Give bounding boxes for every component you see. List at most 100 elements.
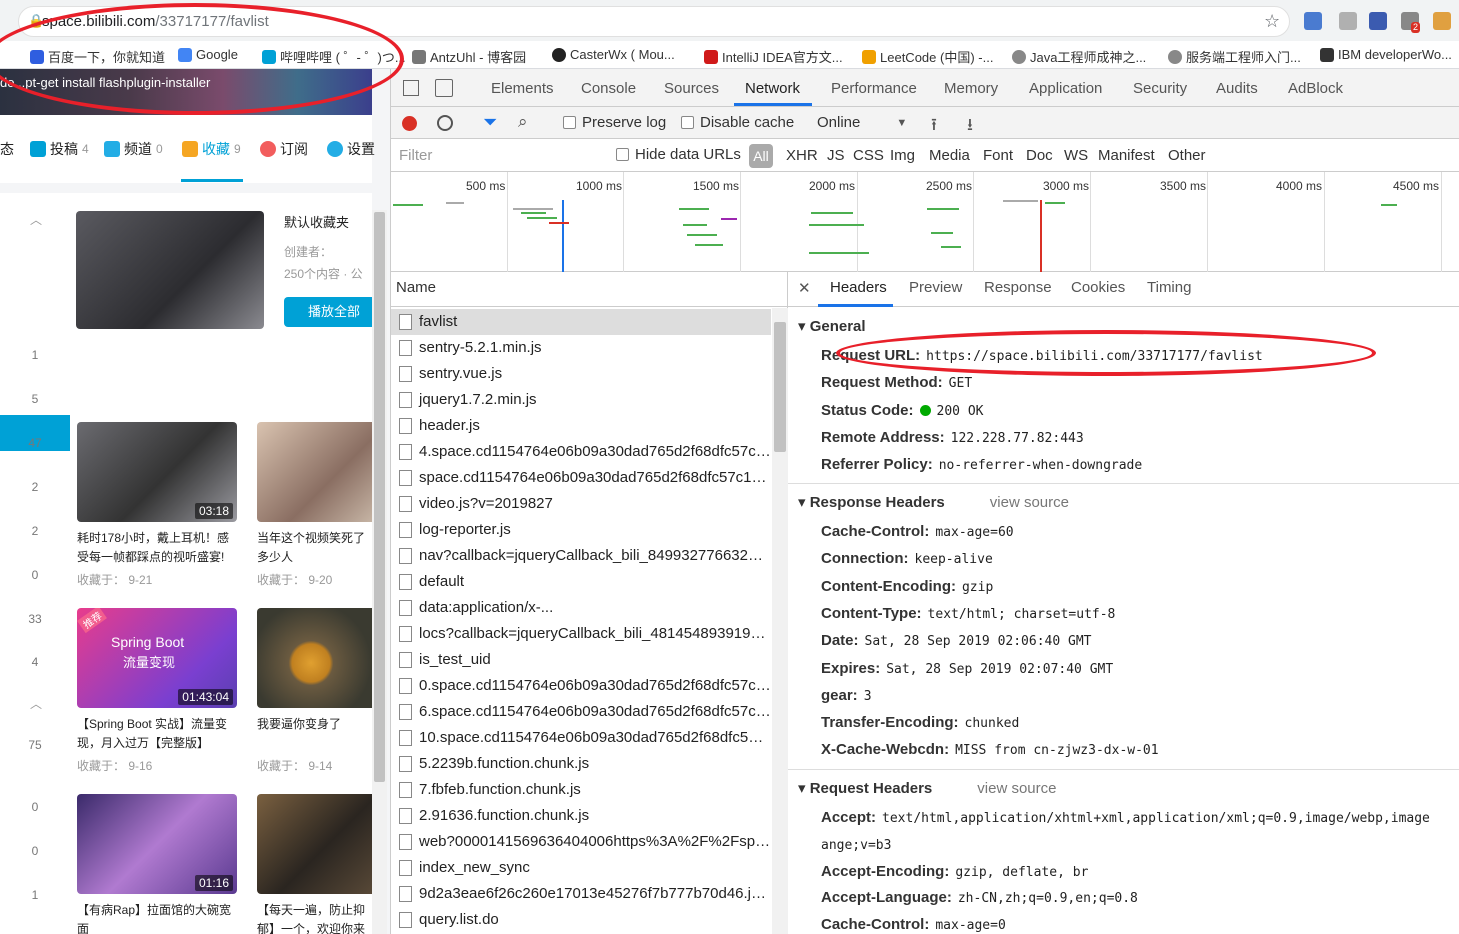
folder-count[interactable]: 75: [0, 738, 70, 752]
filter-doc[interactable]: Doc: [1026, 147, 1053, 164]
tab-headers[interactable]: Headers: [830, 279, 887, 296]
filter-xhr[interactable]: XHR: [786, 147, 818, 164]
request-row[interactable]: web?0000141569636404006https%3A%2F%2Fspa…: [391, 829, 771, 855]
request-row[interactable]: sentry-5.2.1.min.js: [391, 335, 771, 361]
bookmark-server[interactable]: 服务端工程师入门...: [1168, 47, 1301, 66]
folder-count[interactable]: 33: [0, 612, 70, 626]
filter-ws[interactable]: WS: [1064, 147, 1088, 164]
video-title[interactable]: 我要逼你变身了: [257, 715, 372, 753]
view-source-link[interactable]: view source: [977, 780, 1056, 797]
page-scrollbar-thumb[interactable]: [374, 212, 385, 782]
tab-console[interactable]: Console: [581, 80, 636, 97]
folder-count[interactable]: 1: [0, 888, 70, 902]
request-row[interactable]: 4.space.cd1154764e06b09a30dad765d2f68dfc…: [391, 439, 771, 465]
nav-subscriptions[interactable]: 订阅: [260, 139, 308, 159]
bookmark-leetcode[interactable]: LeetCode (中国) -...: [862, 47, 993, 66]
filter-img[interactable]: Img: [890, 147, 915, 164]
tab-elements[interactable]: Elements: [491, 80, 554, 97]
bookmark-java[interactable]: Java工程师成神之...: [1012, 47, 1146, 66]
nav-dynamic[interactable]: 态: [0, 139, 14, 159]
video-title[interactable]: 当年这个视频笑死了多少人: [257, 529, 372, 567]
tab-audits[interactable]: Audits: [1216, 80, 1258, 97]
adblock-extension-icon[interactable]: [1339, 12, 1357, 30]
video-thumb[interactable]: 推荐 Spring Boot 流量变现 01:43:04: [77, 608, 237, 708]
request-row[interactable]: data:application/x-...: [391, 595, 771, 621]
view-source-link[interactable]: view source: [990, 494, 1069, 511]
tab-performance[interactable]: Performance: [831, 80, 917, 97]
request-list-scrollbar-thumb[interactable]: [774, 322, 786, 452]
request-row[interactable]: log-reporter.js: [391, 517, 771, 543]
request-row[interactable]: favlist: [391, 309, 771, 335]
nav-channels[interactable]: 频道 0: [104, 139, 163, 159]
video-title[interactable]: 【每天一遍，防止抑郁】一个，欢迎你来抖就完事: [257, 901, 372, 934]
chevron-up-icon[interactable]: ︿: [30, 695, 42, 712]
bookmark-intellij[interactable]: IntelliJ IDEA官方文...: [704, 47, 843, 66]
filter-icon[interactable]: ⏷: [483, 112, 497, 133]
bookmark-github[interactable]: CasterWx ( Mou...: [552, 47, 675, 62]
device-toolbar-icon[interactable]: [435, 79, 453, 97]
video-thumb[interactable]: [257, 794, 377, 894]
folder-count[interactable]: 0: [0, 800, 70, 814]
throttle-select[interactable]: Online ▼: [817, 114, 907, 131]
bookmark-star-icon[interactable]: ☆: [1264, 11, 1280, 32]
request-row[interactable]: 2.91636.function.chunk.js: [391, 803, 771, 829]
export-har-icon[interactable]: ⭳: [967, 112, 973, 141]
network-overview[interactable]: 500 ms 1000 ms 1500 ms 2000 ms 2500 ms 3…: [391, 172, 1459, 272]
request-row[interactable]: video.js?v=2019827: [391, 491, 771, 517]
folder-count[interactable]: 2: [0, 480, 70, 494]
clear-icon[interactable]: [437, 115, 453, 131]
video-thumb[interactable]: [257, 422, 377, 522]
response-headers-section-header[interactable]: ▾ Response Headers view source: [798, 493, 1069, 511]
request-row[interactable]: header.js: [391, 413, 771, 439]
request-row[interactable]: 9d2a3eae6f26c260e17013e45276f7b777b70d46…: [391, 881, 771, 907]
filter-font[interactable]: Font: [983, 147, 1013, 164]
close-icon[interactable]: ✕: [798, 279, 811, 297]
request-row[interactable]: 0.space.cd1154764e06b09a30dad765d2f68dfc…: [391, 673, 771, 699]
hide-data-urls-checkbox[interactable]: Hide data URLs: [616, 146, 741, 163]
folder-count[interactable]: 1: [0, 348, 70, 362]
bookmark-ibm[interactable]: IBM developerWo...: [1320, 47, 1452, 62]
folder-cover[interactable]: [76, 211, 264, 329]
filter-other[interactable]: Other: [1168, 147, 1206, 164]
tab-cookies[interactable]: Cookies: [1071, 279, 1125, 296]
filter-manifest[interactable]: Manifest: [1098, 147, 1155, 164]
filter-media[interactable]: Media: [929, 147, 970, 164]
filter-css[interactable]: CSS: [853, 147, 884, 164]
video-title[interactable]: 【有病Rap】拉面馆的大碗宽面: [77, 901, 237, 934]
tab-adblock[interactable]: AdBlock: [1288, 80, 1343, 97]
video-thumb[interactable]: 01:16: [77, 794, 237, 894]
tab-security[interactable]: Security: [1133, 80, 1187, 97]
search-icon[interactable]: ⌕: [518, 112, 528, 132]
filter-input[interactable]: Filter: [395, 145, 600, 167]
request-row[interactable]: nav?callback=jqueryCallback_bili_8499327…: [391, 543, 771, 569]
record-icon[interactable]: [402, 116, 417, 131]
tab-network[interactable]: Network: [745, 80, 800, 97]
folder-count[interactable]: 0: [0, 844, 70, 858]
filter-all-button[interactable]: All: [749, 144, 773, 168]
tab-preview[interactable]: Preview: [909, 279, 962, 296]
video-title[interactable]: 【Spring Boot 实战】流量变现，月入过万【完整版】: [77, 715, 237, 753]
tab-response[interactable]: Response: [984, 279, 1052, 296]
play-all-button[interactable]: 播放全部: [284, 297, 384, 327]
request-headers-section-header[interactable]: ▾ Request Headers view source: [798, 779, 1056, 797]
reader-extension-icon[interactable]: [1369, 12, 1387, 30]
request-row[interactable]: 5.2239b.function.chunk.js: [391, 751, 771, 777]
video-title[interactable]: 耗时178小时，戴上耳机！感受每一帧都踩点的视听盛宴!: [77, 529, 237, 567]
request-row[interactable]: is_test_uid: [391, 647, 771, 673]
request-row[interactable]: sentry.vue.js: [391, 361, 771, 387]
request-row[interactable]: locs?callback=jqueryCallback_bili_481454…: [391, 621, 771, 647]
nav-settings[interactable]: 设置: [327, 139, 375, 159]
disable-cache-checkbox[interactable]: Disable cache: [681, 114, 794, 131]
video-thumb[interactable]: 03:18: [77, 422, 237, 522]
tab-application[interactable]: Application: [1029, 80, 1102, 97]
bookmark-cnblogs[interactable]: AntzUhl - 博客园: [412, 47, 526, 66]
request-row[interactable]: jquery1.7.2.min.js: [391, 387, 771, 413]
video-thumb[interactable]: [257, 608, 377, 708]
folder-count[interactable]: 4: [0, 655, 70, 669]
folder-count[interactable]: 5: [0, 392, 70, 406]
general-section-header[interactable]: ▾ General: [798, 317, 866, 335]
preserve-log-checkbox[interactable]: Preserve log: [563, 114, 666, 131]
folder-count[interactable]: 0: [0, 568, 70, 582]
request-row[interactable]: 6.space.cd1154764e06b09a30dad765d2f68dfc…: [391, 699, 771, 725]
inspect-element-icon[interactable]: [403, 80, 419, 96]
